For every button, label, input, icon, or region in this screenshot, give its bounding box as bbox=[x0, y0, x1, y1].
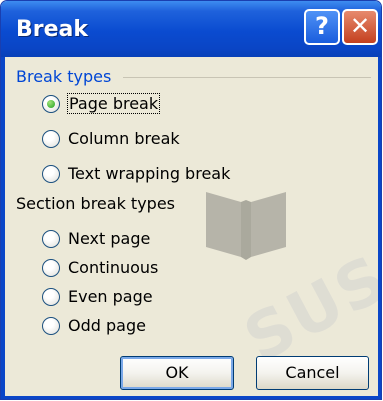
ok-button[interactable]: OK bbox=[120, 356, 234, 390]
help-icon: ? bbox=[315, 12, 329, 40]
radio-circle bbox=[42, 229, 60, 248]
radio-circle bbox=[42, 316, 60, 335]
radio-odd-page-label: Odd page bbox=[68, 316, 146, 335]
book-watermark-icon bbox=[206, 192, 286, 260]
radio-column-break[interactable]: Column break bbox=[42, 129, 180, 148]
radio-even-page[interactable]: Even page bbox=[42, 287, 153, 306]
title-bar[interactable]: Break ? ✕ bbox=[1, 1, 381, 57]
close-icon: ✕ bbox=[349, 12, 371, 40]
cancel-button[interactable]: Cancel bbox=[256, 356, 369, 390]
radio-text-wrapping-break-label: Text wrapping break bbox=[68, 164, 231, 183]
dialog-body: SUS Break types Page break Column break … bbox=[1, 57, 381, 399]
radio-next-page[interactable]: Next page bbox=[42, 229, 150, 248]
help-button[interactable]: ? bbox=[304, 9, 340, 45]
radio-continuous[interactable]: Continuous bbox=[42, 258, 158, 277]
radio-even-page-label: Even page bbox=[68, 287, 153, 306]
break-types-label: Break types bbox=[16, 67, 112, 86]
close-button[interactable]: ✕ bbox=[342, 9, 378, 45]
dialog-title: Break bbox=[16, 17, 89, 42]
radio-column-break-label: Column break bbox=[68, 129, 180, 148]
radio-page-break[interactable]: Page break bbox=[42, 93, 161, 114]
radio-circle bbox=[42, 164, 60, 183]
window-border-right bbox=[378, 57, 381, 399]
radio-circle bbox=[42, 258, 60, 277]
radio-circle bbox=[42, 287, 60, 306]
window-border-left bbox=[1, 57, 5, 399]
radio-odd-page[interactable]: Odd page bbox=[42, 316, 146, 335]
window-border-bottom bbox=[1, 396, 381, 399]
radio-selected-dot bbox=[47, 99, 55, 108]
section-break-types-label: Section break types bbox=[16, 194, 175, 213]
radio-text-wrapping-break[interactable]: Text wrapping break bbox=[42, 164, 230, 183]
radio-next-page-label: Next page bbox=[68, 229, 151, 248]
radio-circle bbox=[42, 94, 60, 113]
break-types-divider bbox=[123, 77, 371, 78]
radio-circle bbox=[42, 129, 60, 148]
radio-continuous-label: Continuous bbox=[68, 258, 159, 277]
radio-page-break-label: Page break bbox=[66, 93, 161, 114]
break-dialog: Break ? ✕ SUS Break types Page break Col… bbox=[0, 0, 382, 400]
